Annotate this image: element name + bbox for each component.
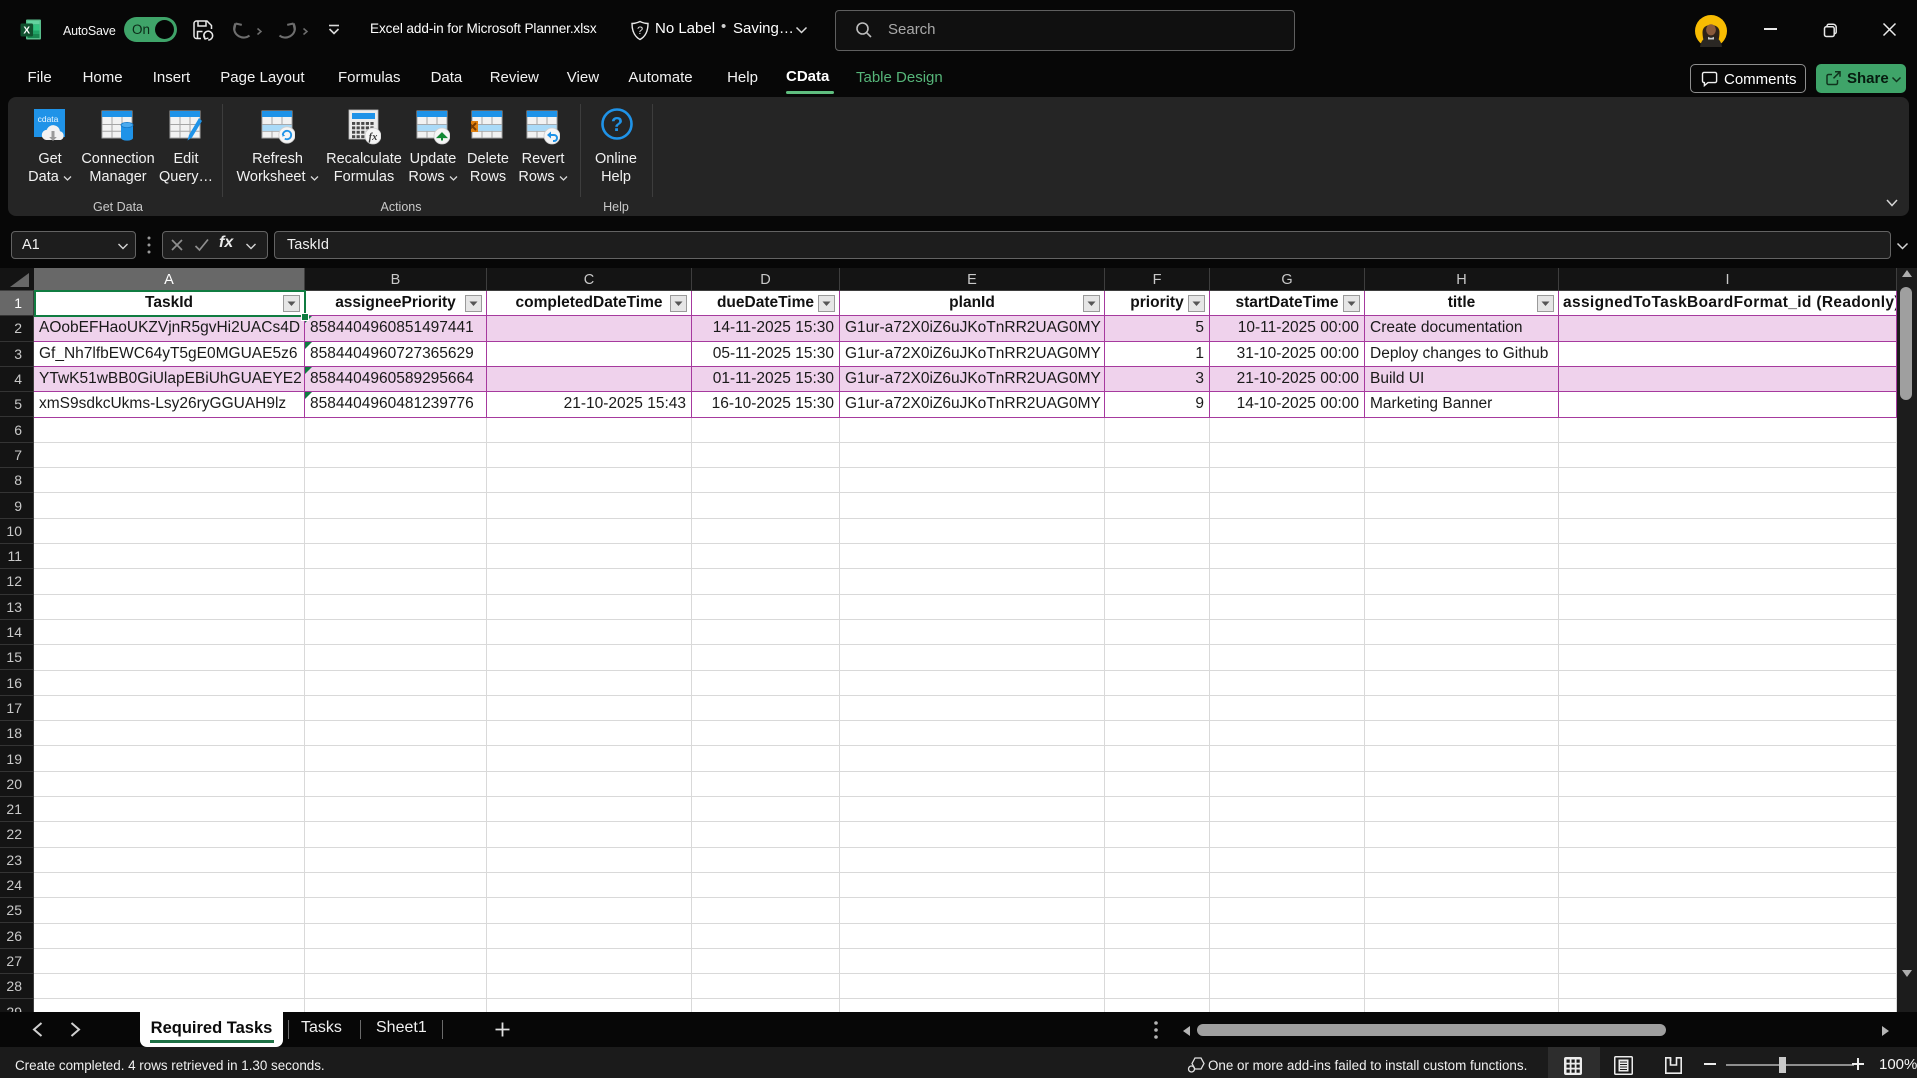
svg-text:cdata: cdata bbox=[38, 114, 59, 124]
svg-text:?: ? bbox=[637, 25, 643, 37]
svg-text:X: X bbox=[23, 26, 30, 37]
svg-text:?: ? bbox=[611, 114, 623, 136]
svg-text:fx: fx bbox=[369, 132, 378, 143]
